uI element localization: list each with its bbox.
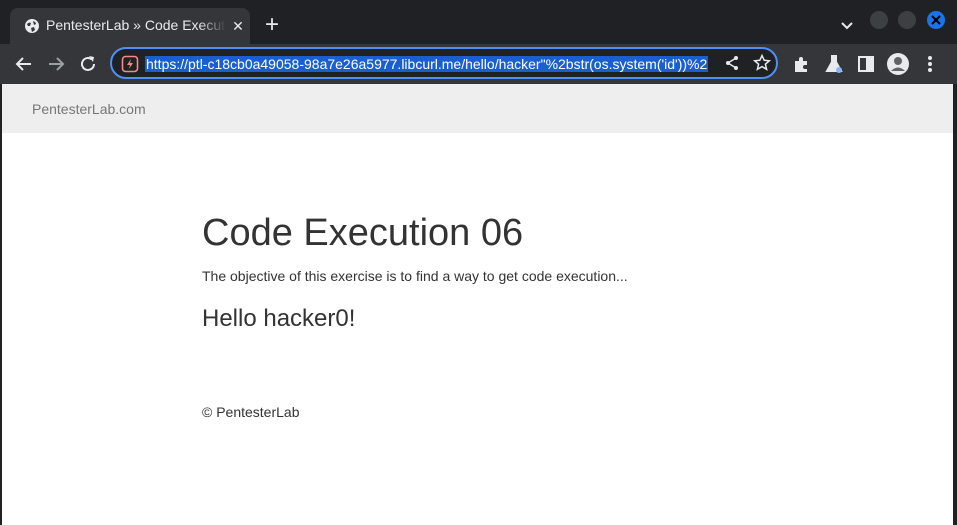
- kebab-menu-icon[interactable]: [918, 52, 942, 76]
- site-navbar: PentesterLab.com: [2, 84, 953, 133]
- flask-icon[interactable]: [822, 52, 846, 76]
- side-panel-icon[interactable]: [854, 52, 878, 76]
- page-title: Code Execution 06: [202, 212, 524, 254]
- share-icon[interactable]: [722, 53, 742, 73]
- url-text[interactable]: https://ptl-c18cb0a49058-98a7e26a5977.li…: [145, 55, 713, 73]
- plus-icon[interactable]: +: [258, 12, 286, 40]
- maximize-icon[interactable]: [898, 11, 916, 29]
- tab-title: PentesterLab » Code Execution 06: [46, 17, 226, 33]
- exercise-description: The objective of this exercise is to fin…: [202, 268, 628, 284]
- browser-toolbar: https://ptl-c18cb0a49058-98a7e26a5977.li…: [0, 44, 957, 84]
- url-selection: https://ptl-c18cb0a49058-98a7e26a5977.li…: [145, 56, 709, 72]
- reload-icon[interactable]: [76, 52, 100, 76]
- back-arrow-icon[interactable]: [12, 52, 36, 76]
- web-page: PentesterLab.com Code Execution 06 The o…: [2, 84, 953, 525]
- puzzle-icon[interactable]: [790, 52, 814, 76]
- globe-icon: [24, 18, 40, 34]
- minimize-icon[interactable]: [870, 11, 888, 29]
- greeting-text: Hello hacker0!: [202, 305, 356, 332]
- close-window-icon[interactable]: [927, 11, 945, 29]
- close-icon[interactable]: ✕: [230, 18, 246, 34]
- tab-strip: PentesterLab » Code Execution 06 ✕ +: [0, 0, 957, 44]
- site-brand-link[interactable]: PentesterLab.com: [32, 101, 146, 117]
- address-bar[interactable]: https://ptl-c18cb0a49058-98a7e26a5977.li…: [110, 47, 778, 79]
- browser-tab[interactable]: PentesterLab » Code Execution 06 ✕: [10, 8, 250, 44]
- chevron-down-icon[interactable]: [836, 14, 858, 36]
- not-secure-warning-icon[interactable]: [121, 55, 139, 73]
- profile-icon[interactable]: [886, 52, 910, 76]
- star-icon[interactable]: [752, 53, 772, 73]
- forward-arrow-icon[interactable]: [44, 52, 68, 76]
- page-footer: © PentesterLab: [202, 404, 300, 420]
